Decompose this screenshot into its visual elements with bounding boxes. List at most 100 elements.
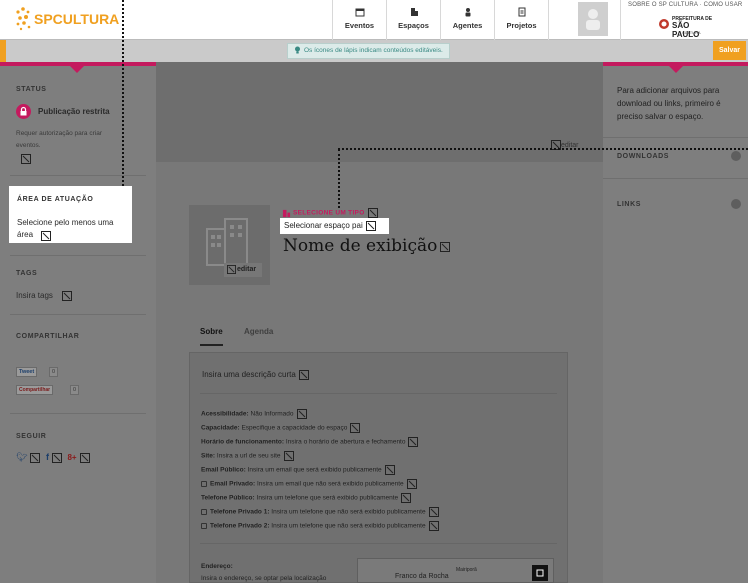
- pencil-icon: [350, 423, 361, 433]
- tags-text[interactable]: Insira tags: [16, 291, 53, 300]
- pencil-icon: [298, 370, 309, 380]
- prefeitura-logo[interactable]: PREFEITURA DE SÃO PAULO CULTURA: [658, 14, 718, 39]
- lock-icon: [16, 104, 31, 119]
- left-sidebar: [0, 62, 156, 583]
- field-value: Insira a url de seu site: [216, 452, 281, 460]
- add-download-icon[interactable]: [731, 151, 741, 161]
- save-button[interactable]: Salvar: [713, 41, 746, 60]
- pencil-icon[interactable]: [51, 452, 62, 463]
- gplus-count: 0: [70, 385, 80, 395]
- pencil-icon: [428, 507, 439, 517]
- logo-text: SPCULTURA: [34, 11, 119, 27]
- field-label: Telefone Privado 2:: [210, 522, 270, 530]
- parent-space-selector[interactable]: Selecionar espaço pai: [284, 221, 376, 231]
- add-link-icon[interactable]: [731, 199, 741, 209]
- field-label: Telefone Privado 1:: [210, 508, 270, 516]
- info-field[interactable]: Acessibilidade: Não Informado: [201, 409, 307, 419]
- left-accent-arrow: [70, 66, 84, 73]
- annotation-line: [338, 149, 340, 208]
- pencil-icon[interactable]: [30, 452, 41, 463]
- gplus-button[interactable]: Compartilhar: [16, 385, 54, 395]
- address-label: Endereço:: [201, 563, 233, 570]
- short-desc-text: Insira uma descrição curta: [202, 370, 296, 380]
- type-selector[interactable]: SELECIONE UM TIPO: [282, 208, 378, 218]
- annotation-line: [338, 148, 748, 150]
- divider: [10, 314, 146, 315]
- pencil-icon: [227, 265, 236, 274]
- info-field[interactable]: Telefone Privado 1: Insira um telefone q…: [201, 507, 439, 517]
- divider: [10, 413, 146, 414]
- field-value: Insira um telefone que não será exibido …: [271, 522, 426, 530]
- tags-title: TAGS: [16, 270, 38, 277]
- location-map[interactable]: Franco da Rocha Mairiporã: [357, 558, 554, 583]
- fullscreen-icon: [536, 569, 544, 577]
- nav-agentes[interactable]: Agentes: [441, 0, 494, 40]
- info-field[interactable]: Horário de funcionamento: Insira o horár…: [201, 437, 419, 447]
- cover-image: [156, 62, 603, 162]
- info-field[interactable]: Capacidade: Especifique a capacidade do …: [201, 423, 361, 433]
- tip-text: Os ícones de lápis indicam conteúdos edi…: [304, 47, 443, 54]
- address-text[interactable]: Insira o endereço, se optar pela localiz…: [201, 575, 326, 582]
- field-label: Horário de funcionamento:: [201, 438, 285, 446]
- nav-eventos[interactable]: Eventos: [333, 0, 386, 40]
- short-description[interactable]: Insira uma descrição curta: [202, 370, 309, 380]
- twitter-icon[interactable]: 🐦︎: [16, 452, 27, 462]
- building-icon: [410, 8, 418, 16]
- info-field[interactable]: Telefone Privado 2: Insira um telefone q…: [201, 521, 439, 531]
- facebook-icon[interactable]: f: [46, 452, 49, 462]
- display-name[interactable]: Nome de exibição: [283, 236, 451, 256]
- user-avatar[interactable]: [578, 2, 608, 36]
- field-value: Especifique a capacidade do espaço: [241, 424, 348, 432]
- lock-icon: [201, 509, 207, 515]
- map-fullscreen-button[interactable]: [532, 565, 548, 581]
- lightbulb-icon: [295, 46, 300, 54]
- nav-projetos[interactable]: Projetos: [495, 0, 548, 40]
- follow-icons: 🐦︎ f 8+: [16, 452, 90, 463]
- tweet-button[interactable]: Tweet: [16, 367, 38, 377]
- pencil-icon: [384, 465, 395, 475]
- nav-label: Espaços: [398, 21, 429, 30]
- parent-label: Selecionar espaço pai: [284, 221, 363, 231]
- spcultura-logo[interactable]: SPCULTURA: [14, 6, 154, 32]
- lock-icon: [201, 523, 207, 529]
- field-value: Insira um telefone que não será exibido …: [271, 508, 426, 516]
- info-field[interactable]: Email Público: Insira um email que será …: [201, 465, 395, 475]
- pencil-icon[interactable]: [41, 231, 51, 241]
- field-label: Email Público:: [201, 466, 246, 474]
- tweet-label: Tweet: [19, 369, 35, 375]
- info-field[interactable]: Site: Insira a url de seu site: [201, 451, 294, 461]
- status-desc: Requer autorização para criar: [16, 130, 102, 137]
- pencil-icon[interactable]: [62, 291, 72, 301]
- tab-agenda[interactable]: Agenda: [244, 327, 273, 336]
- map-city-label: Franco da Rocha: [395, 573, 449, 580]
- document-icon: [518, 7, 525, 17]
- area-text[interactable]: Selecione pelo menos uma: [17, 218, 114, 227]
- nav-label: Agentes: [452, 21, 483, 30]
- area-text-2[interactable]: área: [17, 230, 33, 239]
- field-label: Email Privado:: [210, 480, 256, 488]
- right-accent-arrow: [669, 66, 683, 73]
- avatar-edit-button[interactable]: editar: [224, 263, 262, 277]
- tab-sobre[interactable]: Sobre: [200, 327, 223, 336]
- follow-title: SEGUIR: [16, 433, 47, 440]
- googleplus-icon[interactable]: 8+: [67, 453, 76, 462]
- nav-espacos[interactable]: Espaços: [387, 0, 440, 40]
- field-label: Capacidade:: [201, 424, 240, 432]
- pencil-icon: [296, 409, 307, 419]
- status-value[interactable]: Publicação restrita: [38, 107, 110, 116]
- pencil-icon[interactable]: [79, 452, 90, 463]
- info-field[interactable]: Email Privado: Insira um email que não s…: [201, 479, 417, 489]
- user-silhouette-icon: [586, 9, 600, 30]
- field-value: Insira um email que não será exibido pub…: [256, 480, 404, 488]
- top-links[interactable]: SOBRE O SP CULTURA · COMO USAR: [628, 2, 742, 8]
- field-value: Não Informado: [250, 410, 294, 418]
- field-label: Acessibilidade:: [201, 410, 249, 418]
- pencil-icon[interactable]: [21, 154, 31, 164]
- info-field[interactable]: Telefone Público: Insira um telefone que…: [201, 493, 412, 503]
- nav-label: Eventos: [344, 21, 375, 30]
- pencil-icon: [440, 241, 451, 252]
- status-title: STATUS: [16, 86, 47, 93]
- pencil-icon: [408, 437, 419, 447]
- pencil-icon: [428, 521, 439, 531]
- files-notice: Para adicionar arquivos para download ou…: [617, 86, 721, 121]
